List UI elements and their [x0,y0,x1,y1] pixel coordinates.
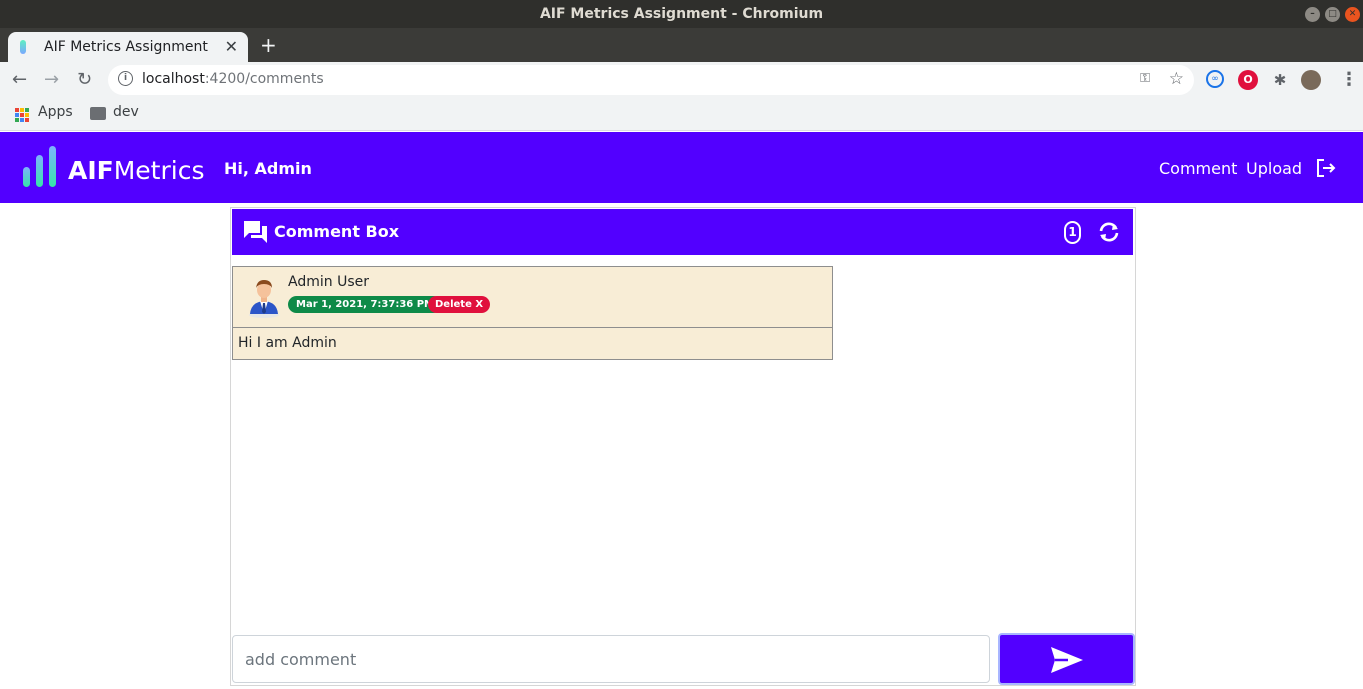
browser-menu-icon[interactable]: ⋮ [1340,69,1358,90]
password-key-icon[interactable]: ⚿ [1140,71,1150,86]
url-host: localhost [142,71,205,87]
refresh-icon[interactable] [1097,221,1121,243]
browser-tab[interactable]: AIF Metrics Assignment ✕ [8,32,248,62]
folder-icon [90,107,106,120]
favicon-icon [20,40,26,54]
send-arrow-icon [1051,647,1083,673]
extensions-puzzle-icon[interactable]: ✱ [1270,70,1290,90]
comment-divider [232,327,833,328]
window-titlebar: AIF Metrics Assignment - Chromium – □ ✕ [0,0,1363,28]
browser-toolbar: ← → ↻ i localhost:4200/comments ⚿ ☆ ∞ O … [0,62,1363,98]
chat-bubbles-icon [244,221,267,243]
extension-opera-icon[interactable]: O [1238,70,1258,90]
address-bar[interactable]: i localhost:4200/comments ⚿ ☆ [108,65,1194,95]
comment-text: Hi I am Admin [238,335,337,351]
new-tab-button[interactable]: + [260,33,277,57]
forward-arrow-icon[interactable]: → [44,69,59,90]
app-logo[interactable]: AIFMetrics [68,156,204,185]
tab-strip: AIF Metrics Assignment ✕ [0,28,1363,62]
logo-bars-icon [23,146,56,187]
user-avatar-icon [249,280,279,318]
nav-comment-link[interactable]: Comment [1159,159,1237,178]
add-comment-input[interactable] [232,635,990,683]
back-arrow-icon[interactable]: ← [12,69,27,90]
bookmarks-bar: Apps dev [0,98,1363,131]
close-window-button[interactable]: ✕ [1345,7,1360,22]
tab-title: AIF Metrics Assignment [44,39,208,55]
comment-date-badge: Mar 1, 2021, 7:37:36 PM [288,296,443,313]
url-path: :4200/comments [204,71,324,87]
profile-avatar-icon[interactable] [1301,70,1321,90]
comment-box-title: Comment Box [274,222,400,241]
extension-infinity-icon[interactable]: ∞ [1206,70,1224,88]
reload-icon[interactable]: ↻ [77,69,92,90]
bookmark-apps[interactable]: Apps [38,104,73,120]
apps-grid-icon[interactable] [15,108,29,122]
logo-light-text: Metrics [113,156,205,185]
window-title: AIF Metrics Assignment - Chromium [539,6,824,22]
delete-comment-button[interactable]: Delete X [428,296,491,313]
send-comment-button[interactable] [998,633,1135,685]
logout-icon[interactable] [1316,158,1336,178]
nav-upload-link[interactable]: Upload [1246,159,1302,178]
site-info-icon[interactable]: i [118,71,133,86]
bookmark-star-icon[interactable]: ☆ [1169,69,1184,89]
minimize-window-button[interactable]: – [1305,7,1320,22]
comment-count-badge: 1 [1064,221,1081,244]
logo-bold-text: AIF [68,156,114,185]
bookmark-dev[interactable]: dev [113,104,139,120]
url-text[interactable]: localhost:4200/comments [142,71,324,87]
maximize-window-button[interactable]: □ [1325,7,1340,22]
user-greeting: Hi, Admin [224,159,312,178]
tab-close-icon[interactable]: ✕ [225,37,238,56]
comment-author: Admin User [288,274,369,290]
